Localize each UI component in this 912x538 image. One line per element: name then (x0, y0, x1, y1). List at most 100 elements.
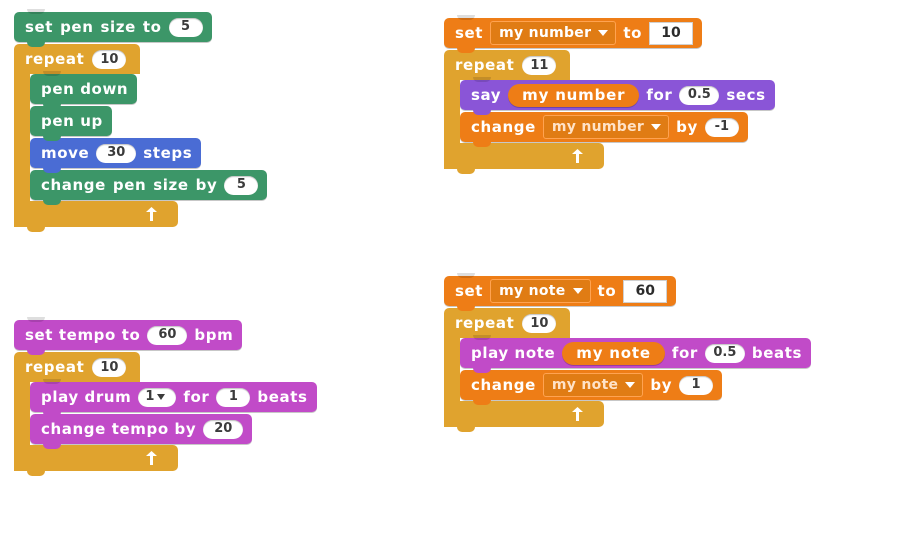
block-say-for-secs[interactable]: say my number for 0.5 secs (460, 77, 775, 115)
input-change-tempo[interactable]: 20 (203, 419, 244, 439)
chevron-down-icon (651, 124, 662, 130)
script-music: set tempo to 60 bpm repeat 10 play drum … (14, 317, 317, 476)
block-label-pen-down: pen down (41, 79, 129, 98)
input-change-variable-value[interactable]: -1 (704, 117, 739, 137)
block-label-steps: steps (143, 143, 193, 162)
block-label-set: set (455, 281, 484, 300)
block-set-variable[interactable]: set my number to 10 (444, 15, 702, 53)
block-set-pen-size[interactable]: set pen size to 5 (14, 9, 212, 47)
block-label-beats: beats (257, 387, 308, 406)
script-note: set my note to 60 repeat 10 play note my… (444, 273, 812, 432)
block-pen-up[interactable]: pen up (30, 103, 112, 141)
input-variable-value[interactable]: 60 (623, 279, 668, 303)
block-repeat-pen: repeat 10 pen down pen up move 30 steps … (14, 41, 268, 232)
block-label-bpm: bpm (194, 325, 234, 344)
block-row: set tempo to 60 bpm (14, 317, 317, 355)
block-label-to: to (623, 23, 642, 42)
dropdown-variable[interactable]: my number (542, 115, 670, 139)
input-repeat-times[interactable]: 10 (522, 313, 557, 333)
input-repeat-times[interactable]: 11 (522, 55, 557, 75)
input-drum-beats[interactable]: 1 (216, 387, 251, 407)
input-note-beats[interactable]: 0.5 (704, 343, 745, 363)
input-move-steps[interactable]: 30 (96, 143, 137, 163)
block-label-change-tempo-by: change tempo by (41, 419, 197, 438)
block-row: set my number to 10 (444, 15, 775, 53)
block-play-note[interactable]: play note my note for 0.5 beats (460, 335, 812, 373)
block-label-move: move (41, 143, 90, 162)
block-label-pen: pen (60, 17, 94, 36)
block-label-to: to (142, 17, 162, 36)
input-repeat-times[interactable]: 10 (92, 357, 127, 377)
repeat-header[interactable]: repeat 10 (14, 41, 141, 74)
input-tempo[interactable]: 60 (147, 325, 188, 345)
repeat-header[interactable]: repeat 10 (444, 305, 571, 338)
repeat-footer (14, 201, 178, 232)
block-repeat-note: repeat 10 play note my note for 0.5 beat… (444, 305, 812, 432)
block-change-variable[interactable]: change my note by 1 (460, 367, 723, 405)
repeat-label: repeat (25, 50, 85, 68)
block-label-by: by (195, 175, 218, 194)
block-change-tempo[interactable]: change tempo by 20 (30, 411, 253, 449)
input-say-secs[interactable]: 0.5 (679, 85, 720, 105)
chevron-down-icon (625, 382, 636, 388)
repeat-footer (444, 401, 604, 432)
repeat-header[interactable]: repeat 10 (14, 349, 141, 382)
input-change-variable-value[interactable]: 1 (679, 375, 714, 395)
block-row: play drum 1 for 1 beats (30, 379, 317, 417)
repeat-body: say my number for 0.5 secs change my num… (444, 77, 775, 147)
block-label-play-note: play note (471, 343, 556, 362)
block-label-to: to (597, 281, 617, 300)
block-row: say my number for 0.5 secs (460, 77, 775, 115)
repeat-label: repeat (455, 56, 515, 74)
block-repeat-music: repeat 10 play drum 1 for 1 beats change… (14, 349, 317, 476)
input-pen-size[interactable]: 5 (168, 17, 203, 37)
chevron-down-icon (157, 394, 166, 400)
loop-arrow-icon (572, 149, 583, 163)
repeat-body: pen down pen up move 30 steps change pen… (14, 71, 268, 205)
repeat-label: repeat (25, 358, 85, 376)
repeat-footer (444, 143, 604, 174)
dropdown-drum[interactable]: 1 (138, 387, 177, 407)
repeat-label: repeat (455, 314, 515, 332)
reporter-variable[interactable]: my note (562, 341, 665, 365)
block-label-play-drum: play drum (41, 387, 132, 406)
reporter-variable[interactable]: my number (508, 83, 640, 107)
dropdown-variable[interactable]: my note (542, 373, 644, 397)
block-row: change my number by -1 (460, 109, 775, 147)
loop-arrow-icon (146, 207, 157, 221)
block-row: pen up (30, 103, 267, 141)
repeat-footer (14, 445, 178, 476)
block-label-say: say (471, 85, 502, 104)
block-repeat-variable: repeat 11 say my number for 0.5 secs cha… (444, 47, 775, 174)
block-row: set my note to 60 (444, 273, 811, 311)
dropdown-variable[interactable]: my number (490, 21, 617, 45)
block-label-change: change (471, 375, 536, 394)
block-set-tempo[interactable]: set tempo to 60 bpm (14, 317, 243, 355)
block-play-drum[interactable]: play drum 1 for 1 beats (30, 379, 317, 417)
scratch-workspace: set pen size to 5 repeat 10 pen down pen… (0, 0, 912, 538)
loop-arrow-icon (146, 451, 157, 465)
block-move-steps[interactable]: move 30 steps (30, 135, 202, 173)
repeat-header[interactable]: repeat 11 (444, 47, 571, 80)
block-pen-down[interactable]: pen down (30, 71, 138, 109)
repeat-body: play note my note for 0.5 beats change m… (444, 335, 812, 405)
block-label-set-tempo-to: set tempo to (25, 325, 141, 344)
input-change-pen-size[interactable]: 5 (224, 175, 259, 195)
block-label-pen: pen (112, 175, 147, 194)
block-row: play note my note for 0.5 beats (460, 335, 812, 373)
block-change-variable[interactable]: change my number by -1 (460, 109, 748, 147)
dropdown-variable[interactable]: my note (490, 279, 591, 303)
input-variable-value[interactable]: 10 (649, 21, 693, 45)
block-label-by: by (676, 117, 698, 136)
block-label-pen-up: pen up (41, 111, 103, 130)
block-row: change my note by 1 (460, 367, 811, 405)
loop-arrow-icon (572, 407, 583, 421)
block-set-variable[interactable]: set my note to 60 (444, 273, 677, 311)
input-repeat-times[interactable]: 10 (92, 49, 127, 69)
script-variable: set my number to 10 repeat 11 say my num… (444, 15, 775, 174)
block-label-change: change (471, 117, 536, 136)
block-label-set: set (25, 17, 54, 36)
script-pen: set pen size to 5 repeat 10 pen down pen… (14, 9, 268, 232)
block-change-pen-size[interactable]: change pen size by 5 (30, 167, 268, 205)
block-label-by: by (650, 375, 673, 394)
